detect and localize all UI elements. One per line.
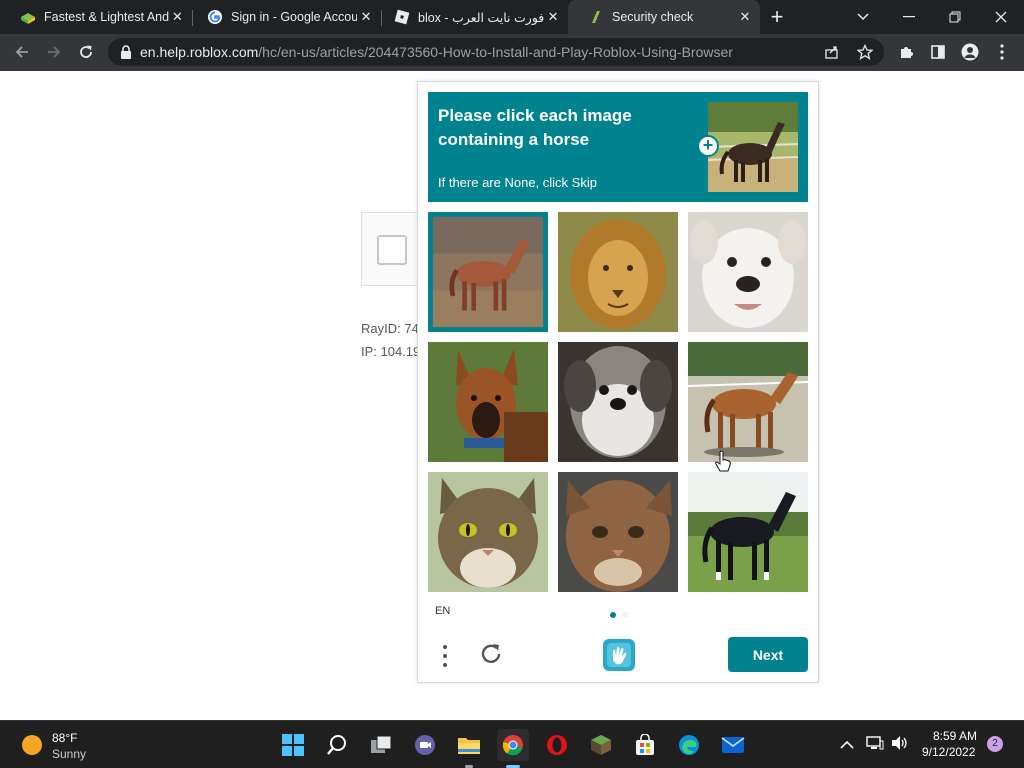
- browser-menu-icon[interactable]: [988, 38, 1016, 66]
- show-hidden-icons-icon[interactable]: [840, 737, 854, 755]
- hcaptcha-logo-icon: [602, 638, 636, 672]
- url-path: /hc/en-us/articles/204473560-How-to-Inst…: [258, 44, 733, 60]
- url-host: en.help.roblox.com: [140, 44, 259, 60]
- start-icon[interactable]: [277, 729, 309, 761]
- expand-example-icon[interactable]: +: [697, 135, 719, 157]
- reload-button[interactable]: [72, 38, 100, 66]
- captcha-cell-dog[interactable]: [688, 212, 808, 332]
- sun-icon: [22, 735, 42, 755]
- volume-icon[interactable]: [891, 735, 909, 756]
- browser-toolbar: en.help.roblox.com/hc/en-us/articles/204…: [0, 34, 1024, 71]
- next-button[interactable]: Next: [728, 637, 808, 672]
- profile-avatar-icon[interactable]: [956, 38, 984, 66]
- tab-title: Security check: [612, 10, 694, 24]
- ray-id-text: RayID: 74: [361, 321, 419, 336]
- page-indicator-active: [610, 612, 616, 618]
- file-explorer-icon[interactable]: [453, 729, 485, 761]
- close-icon[interactable]: ✕: [736, 8, 754, 26]
- google-icon: [207, 9, 223, 25]
- mouse-pointer-icon: [714, 450, 732, 479]
- extensions-icon[interactable]: [892, 38, 920, 66]
- captcha-cell-horse[interactable]: [688, 472, 808, 592]
- close-icon[interactable]: ✕: [357, 8, 375, 26]
- side-panel-icon[interactable]: [924, 38, 952, 66]
- restore-button[interactable]: [932, 0, 978, 34]
- bookmark-star-icon[interactable]: [857, 44, 873, 60]
- minecraft-icon[interactable]: [585, 729, 617, 761]
- prompt-title: Please click each image containing a hor…: [438, 106, 632, 149]
- roblox-icon: [394, 9, 410, 25]
- example-horse-image: [708, 102, 798, 192]
- windows-taskbar: 88°F Sunny 8:59 AM 9/12/2022 2: [0, 720, 1024, 768]
- captcha-cell-horse[interactable]: [688, 342, 808, 462]
- ip-text: IP: 104.19: [361, 344, 421, 359]
- captcha-cell-dog[interactable]: [428, 342, 548, 462]
- clock-time[interactable]: 8:59 AM: [933, 729, 977, 743]
- weather-condition: Sunny: [52, 747, 87, 761]
- tab-google-signin[interactable]: Sign in - Google Accou ✕: [187, 0, 381, 34]
- share-icon[interactable]: [824, 44, 840, 60]
- options-menu-icon[interactable]: [436, 643, 454, 669]
- mail-icon[interactable]: [717, 729, 749, 761]
- teams-chat-icon[interactable]: [409, 729, 441, 761]
- weather-temp: 88°F: [52, 731, 78, 745]
- notification-badge[interactable]: 2: [987, 736, 1003, 752]
- bluestacks-icon: [20, 9, 36, 25]
- page-indicator-inactive: [622, 612, 628, 618]
- prompt-subtitle: If there are None, click Skip: [438, 175, 597, 190]
- security-check-icon: [588, 9, 604, 25]
- captcha-prompt: Please click each image containing a hor…: [428, 92, 808, 202]
- tab-security-check[interactable]: Security check ✕: [568, 0, 760, 34]
- close-window-button[interactable]: [978, 0, 1024, 34]
- task-view-icon[interactable]: [365, 729, 397, 761]
- opera-icon[interactable]: [541, 729, 573, 761]
- address-bar[interactable]: en.help.roblox.com/hc/en-us/articles/204…: [108, 38, 884, 66]
- captcha-cell-horse[interactable]: [428, 212, 548, 332]
- tab-title: Sign in - Google Accou: [231, 10, 358, 24]
- captcha-cell-cat[interactable]: [558, 472, 678, 592]
- url-text: en.help.roblox.com/hc/en-us/articles/204…: [140, 44, 733, 60]
- back-button[interactable]: [8, 38, 36, 66]
- captcha-cell-lion[interactable]: [558, 212, 678, 332]
- captcha-cell-cat[interactable]: [428, 472, 548, 592]
- refresh-challenge-icon[interactable]: [478, 641, 504, 667]
- minimize-button[interactable]: [886, 0, 932, 34]
- network-icon[interactable]: [866, 735, 884, 756]
- page-content: RayID: 74 IP: 104.19 Please click each i…: [0, 71, 1024, 720]
- challenge-checkbox[interactable]: [377, 235, 407, 265]
- lock-icon[interactable]: [120, 45, 132, 59]
- forward-button[interactable]: [40, 38, 68, 66]
- chrome-icon[interactable]: [497, 729, 529, 761]
- close-icon[interactable]: ✕: [544, 8, 562, 26]
- clock-date[interactable]: 9/12/2022: [922, 745, 975, 759]
- close-icon[interactable]: ✕: [169, 8, 186, 26]
- tab-title: Fastest & Lightest Andr: [44, 10, 169, 24]
- tab-bluestacks[interactable]: Fastest & Lightest Andr ✕: [0, 0, 192, 34]
- weather-widget[interactable]: 88°F Sunny: [18, 731, 108, 761]
- tab-strip: Fastest & Lightest Andr ✕ Sign in - Goog…: [0, 0, 1024, 34]
- tab-search-icon[interactable]: [840, 0, 886, 34]
- tab-roblox[interactable]: blox - فورت نايت العرب ✕: [374, 0, 568, 34]
- store-icon[interactable]: [629, 729, 661, 761]
- edge-icon[interactable]: [673, 729, 705, 761]
- captcha-challenge: Please click each image containing a hor…: [417, 81, 819, 683]
- challenge-widget: [361, 212, 421, 286]
- tab-title: blox - فورت نايت العرب: [418, 10, 545, 25]
- captcha-cell-dog[interactable]: [558, 342, 678, 462]
- search-icon[interactable]: [321, 729, 353, 761]
- new-tab-button[interactable]: +: [760, 0, 794, 34]
- language-selector[interactable]: EN: [435, 605, 450, 617]
